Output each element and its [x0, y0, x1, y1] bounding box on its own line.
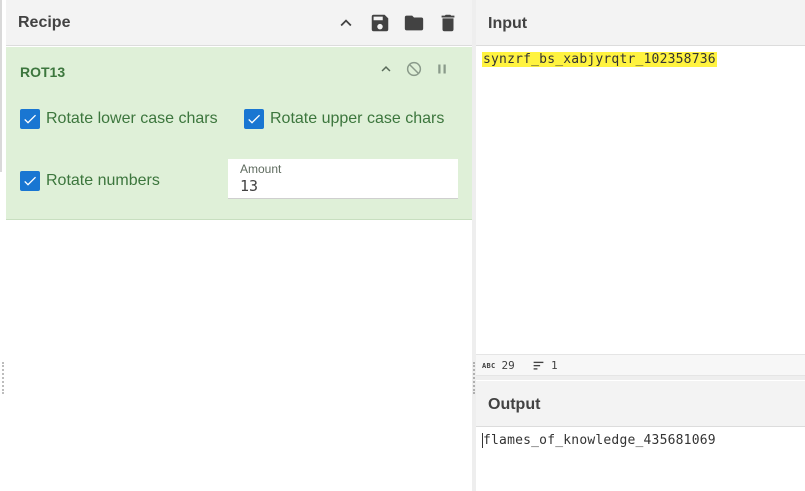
length-value: 29	[501, 359, 515, 372]
length-stat: ABC 29	[482, 359, 515, 372]
rotate-lower-label: Rotate lower case chars	[46, 110, 218, 127]
disable-icon[interactable]	[405, 60, 423, 78]
input-title: Input	[488, 15, 528, 32]
amount-field[interactable]: Amount 13	[228, 159, 458, 199]
amount-label: Amount	[240, 162, 282, 176]
left-resize-handle[interactable]	[2, 362, 4, 394]
output-title: Output	[488, 396, 541, 413]
checkbox-checked-icon[interactable]	[20, 171, 40, 191]
rotate-upper-label: Rotate upper case chars	[270, 110, 445, 127]
pause-icon[interactable]	[433, 60, 451, 78]
checkbox-checked-icon[interactable]	[20, 109, 40, 129]
output-header: Output	[476, 381, 805, 427]
io-splitter[interactable]	[476, 376, 805, 380]
lines-icon	[533, 361, 544, 370]
checkbox-checked-icon[interactable]	[244, 109, 264, 129]
chevron-up-icon[interactable]	[335, 12, 357, 34]
lines-stat: 1	[532, 359, 558, 372]
rotate-lower-checkbox[interactable]: Rotate lower case chars	[20, 109, 218, 129]
recipe-header: Recipe	[6, 0, 472, 46]
input-header: Input	[476, 0, 805, 46]
folder-icon[interactable]	[403, 12, 425, 34]
recipe-title: Recipe	[18, 14, 71, 31]
output-value: flames_of_knowledge_435681069	[483, 433, 716, 448]
operation-title: ROT13	[20, 64, 66, 80]
rotate-upper-checkbox[interactable]: Rotate upper case chars	[244, 109, 444, 129]
input-textarea[interactable]: synzrf_bs_xabjyrqtr_102358736	[476, 47, 805, 354]
length-icon: ABC	[482, 361, 496, 370]
rotate-numbers-label: Rotate numbers	[46, 172, 160, 189]
output-textarea[interactable]: flames_of_knowledge_435681069	[476, 428, 805, 491]
left-scroll-indicator	[0, 0, 2, 172]
rot13-operation: ROT13 Rotate lower case chars Rotate upp…	[6, 47, 472, 220]
chevron-up-icon[interactable]	[377, 60, 395, 78]
save-icon[interactable]	[369, 12, 391, 34]
trash-icon[interactable]	[437, 12, 459, 34]
input-text[interactable]: synzrf_bs_xabjyrqtr_102358736	[482, 52, 717, 67]
input-status-bar: ABC 29 1	[476, 354, 805, 376]
app-root: Recipe ROT13 Rotate lower case chars Rot…	[0, 0, 805, 491]
rotate-numbers-checkbox[interactable]: Rotate numbers	[20, 171, 160, 191]
output-text[interactable]: flames_of_knowledge_435681069	[482, 433, 716, 448]
amount-input[interactable]: 13	[240, 177, 258, 195]
divider-resize-handle[interactable]	[473, 362, 475, 394]
lines-value: 1	[551, 359, 558, 372]
